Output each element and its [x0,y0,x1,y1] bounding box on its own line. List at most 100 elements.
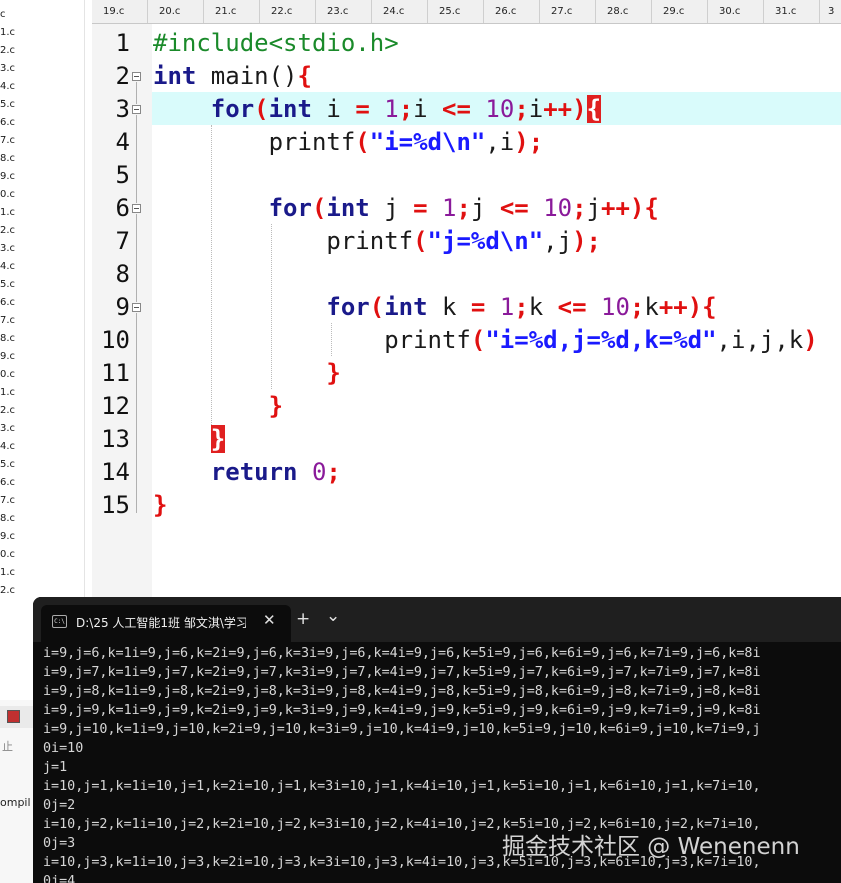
chevron-down-icon[interactable]: ⌄ [326,606,340,626]
file-list-item[interactable]: 5.c [0,459,15,470]
file-list-item[interactable]: 1.c [0,567,15,578]
fold-toggle-icon[interactable] [132,105,141,114]
terminal-line: i=10,j=1,k=1i=10,j=1,k=2i=10,j=1,k=3i=10… [43,779,761,794]
code-line: printf("j=%d\n",j); [326,227,601,255]
editor-tab[interactable]: 30.c [708,0,764,23]
compile-icon [7,710,20,723]
line-number-gutter: 1 2 3 4 5 6 7 8 9 10 11 12 13 14 15 [92,24,152,600]
fold-line [136,115,137,203]
terminal-tab-bar: C:\ D:\25 人工智能1班 邹文淇\学习 ✕ + ⌄ [33,597,841,642]
file-list-item[interactable]: 2.c [0,45,15,56]
line-number: 5 [115,161,130,189]
code-line: } [268,392,284,420]
code-line: printf("i=%d\n",i); [268,128,544,156]
fold-toggle-icon[interactable] [132,72,141,81]
file-list-item[interactable]: 7.c [0,315,15,326]
terminal-icon: C:\ [52,615,67,628]
fold-line [136,82,137,104]
line-number: 12 [101,392,130,420]
editor-tab[interactable]: 21.c [204,0,260,23]
file-list-item[interactable]: 7.c [0,495,15,506]
line-number: 10 [101,326,130,354]
file-list-item[interactable]: 6.c [0,297,15,308]
file-list-item[interactable]: 8.c [0,513,15,524]
code-line: printf("i=%d,j=%d,k=%d",i,j,k) [384,326,818,354]
editor-tab[interactable]: 28.c [596,0,652,23]
file-list-item[interactable]: 5.c [0,99,15,110]
editor-tab[interactable]: 23.c [316,0,372,23]
code-line: return 0; [210,458,341,486]
file-list-item[interactable]: 4.c [0,441,15,452]
file-list-item[interactable]: 6.c [0,477,15,488]
line-number: 11 [101,359,130,387]
file-list-item[interactable]: 0.c [0,369,15,380]
terminal-tab[interactable]: C:\ D:\25 人工智能1班 邹文淇\学习 ✕ [41,605,291,642]
editor-tab[interactable]: 31.c [764,0,820,23]
file-list-item[interactable]: 2.c [0,225,15,236]
file-list-item[interactable]: 1.c [0,387,15,398]
file-list-item[interactable]: 9.c [0,531,15,542]
fold-toggle-icon[interactable] [132,204,141,213]
close-icon[interactable]: ✕ [263,611,276,629]
editor-tab[interactable]: 3 [820,0,841,23]
file-list-item[interactable]: 8.c [0,333,15,344]
line-number: 2 [115,62,130,90]
matched-brace: { [586,95,602,123]
terminal-title: D:\25 人工智能1班 邹文淇\学习 [76,616,246,630]
editor-tab[interactable]: 25.c [428,0,484,23]
line-number: 1 [115,29,130,57]
editor-tab-bar: 19.c 20.c 21.c 22.c 23.c 24.c 25.c 26.c … [92,0,841,24]
fold-line [136,313,137,513]
file-list-item[interactable]: c [0,9,6,20]
line-number: 3 [115,95,130,123]
file-list-item[interactable]: 9.c [0,351,15,362]
fold-line [136,214,137,302]
file-list-item[interactable]: 4.c [0,261,15,272]
terminal-line: 0j=3 [43,836,76,851]
line-number: 13 [101,425,130,453]
terminal-line: i=9,j=7,k=1i=9,j=7,k=2i=9,j=7,k=3i=9,j=7… [43,665,761,680]
code-editor[interactable]: #include<stdio.h> int main(){ for(int i … [152,24,841,600]
editor-tab[interactable]: 24.c [372,0,428,23]
file-list-item[interactable]: 8.c [0,153,15,164]
editor-tab[interactable]: 27.c [540,0,596,23]
file-list-item[interactable]: 7.c [0,135,15,146]
file-list-item[interactable]: 2.c [0,585,15,596]
file-list-item[interactable]: 4.c [0,81,15,92]
line-number: 9 [115,293,130,321]
editor-tab[interactable]: 22.c [260,0,316,23]
file-list-item[interactable]: 9.c [0,171,15,182]
new-tab-button[interactable]: + [296,609,310,629]
file-list-item[interactable]: 2.c [0,405,15,416]
code-line: #include<stdio.h> [153,29,399,57]
file-list-item[interactable]: 0.c [0,549,15,560]
file-list-item[interactable]: 1.c [0,27,15,38]
watermark: 掘金技术社区 @ Wenenenn [502,834,800,860]
editor-tab[interactable]: 19.c [92,0,148,23]
line-number: 7 [115,227,130,255]
file-list-item[interactable]: 3.c [0,423,15,434]
file-list-item[interactable]: 5.c [0,279,15,290]
line-number: 8 [115,260,130,288]
file-list-item[interactable]: 1.c [0,207,15,218]
file-list-item[interactable]: 6.c [0,117,15,128]
code-line: } [153,423,226,456]
editor-tab[interactable]: 26.c [484,0,540,23]
fold-toggle-icon[interactable] [132,303,141,312]
terminal-line: 0j=2 [43,798,76,813]
code-line: int main(){ [153,62,312,90]
terminal-line: i=9,j=10,k=1i=9,j=10,k=2i=9,j=10,k=3i=9,… [43,722,761,737]
editor-tab[interactable]: 29.c [652,0,708,23]
file-list-item[interactable]: 0.c [0,189,15,200]
code-line: for(int i = 1;i <= 10;i++){ [210,95,602,123]
line-number: 6 [115,194,130,222]
code-line: } [153,491,168,519]
file-list-item[interactable]: 3.c [0,243,15,254]
file-list-item[interactable]: 3.c [0,63,15,74]
terminal-line: 0j=4 [43,874,76,883]
terminal-line: 0i=10 [43,741,84,756]
line-number: 15 [101,491,130,519]
terminal-line: i=9,j=9,k=1i=9,j=9,k=2i=9,j=9,k=3i=9,j=9… [43,703,761,718]
editor-tab[interactable]: 20.c [148,0,204,23]
code-line: } [326,359,341,387]
